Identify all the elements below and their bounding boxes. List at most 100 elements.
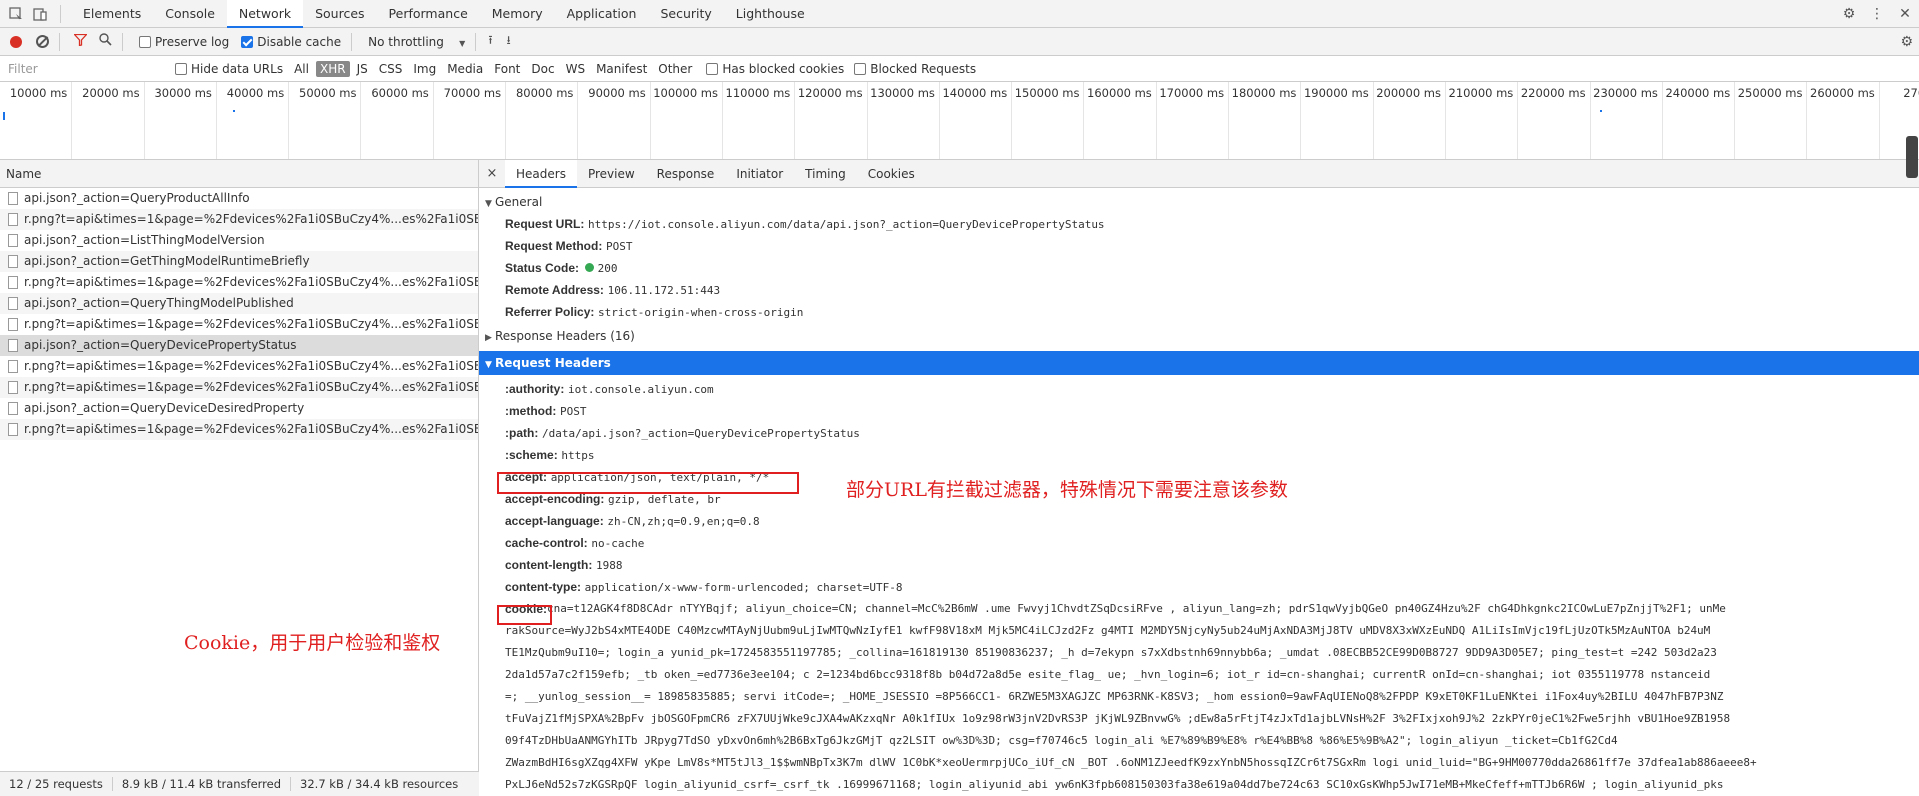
export-har-icon[interactable]: ⭳ [507,31,511,52]
filter-type-font[interactable]: Font [490,61,524,77]
request-row[interactable]: api.json?_action=QueryProductAllInfo [0,188,478,209]
file-icon [8,213,18,226]
settings-gear-icon[interactable]: ⚙ [1835,6,1863,22]
blocked-requests-checkbox[interactable]: Blocked Requests [854,62,976,76]
detail-tab-timing[interactable]: Timing [794,160,857,188]
general-value: 200 [597,262,618,275]
filter-type-xhr[interactable]: XHR [315,60,350,77]
request-name: api.json?_action=QueryDeviceDesiredPrope… [24,401,305,415]
search-icon[interactable] [99,33,112,50]
detail-tab-response[interactable]: Response [646,160,726,188]
hide-data-urls-checkbox[interactable]: Hide data URLs [175,62,283,76]
request-row[interactable]: api.json?_action=QueryDevicePropertyStat… [0,335,478,356]
cookie-highlight-box [497,605,552,625]
detail-tab-cookies[interactable]: Cookies [857,160,926,188]
timeline-tick-label: 40000 ms [226,86,285,100]
request-row[interactable]: r.png?t=api&times=1&page=%2Fdevices%2Fa1… [0,356,478,377]
request-row[interactable]: api.json?_action=ListThingModelVersion [0,230,478,251]
disable-cache-checkbox[interactable]: Disable cache [241,35,341,49]
tab-memory[interactable]: Memory [480,0,555,28]
filter-icon[interactable] [73,33,88,50]
timeline-tick-label: 50000 ms [299,86,357,100]
detail-tab-initiator[interactable]: Initiator [725,160,794,188]
request-row[interactable]: api.json?_action=GetThingModelRuntimeBri… [0,251,478,272]
chevron-down-icon: ▼ [459,38,466,48]
request-row[interactable]: r.png?t=api&times=1&page=%2Fdevices%2Fa1… [0,209,478,230]
cookie-line: =; __yunlog_session__= 18985835885; serv… [505,690,1724,703]
filter-type-js[interactable]: JS [353,61,372,77]
tab-elements[interactable]: Elements [71,0,153,28]
scrollbar-thumb[interactable] [1906,136,1918,178]
tab-lighthouse[interactable]: Lighthouse [724,0,817,28]
request-name: api.json?_action=QueryThingModelPublishe… [24,296,294,310]
has-blocked-cookies-checkbox[interactable]: Has blocked cookies [706,62,844,76]
device-toolbar-icon[interactable] [32,6,48,22]
preserve-log-checkbox[interactable]: Preserve log [139,35,229,49]
expand-triangle-icon: ▶ [485,333,492,343]
request-row[interactable]: r.png?t=api&times=1&page=%2Fdevices%2Fa1… [0,314,478,335]
cookie-value: cookie: cna=t12AGK4f8D8CAdr nTYYBqjf; al… [479,598,1919,796]
request-row[interactable]: api.json?_action=QueryThingModelPublishe… [0,293,478,314]
filter-input[interactable]: Filter [4,59,169,79]
checkbox-box[interactable] [706,62,719,75]
request-row[interactable]: r.png?t=api&times=1&page=%2Fdevices%2Fa1… [0,377,478,398]
general-section-header[interactable]: ▼ General [479,191,1919,213]
import-har-icon[interactable]: ⭱ [488,31,492,52]
request-name: api.json?_action=QueryDevicePropertyStat… [24,338,297,352]
request-row[interactable]: r.png?t=api&times=1&page=%2Fdevices%2Fa1… [0,272,478,293]
request-name: r.png?t=api&times=1&page=%2Fdevices%2Fa1… [24,275,478,289]
request-headers-section-header[interactable]: ▼ Request Headers [479,351,1919,375]
timeline-tick: 230000 ms [1591,82,1663,159]
tab-network[interactable]: Network [226,0,304,28]
network-settings-gear-icon[interactable]: ⚙ [1900,34,1913,50]
filter-type-css[interactable]: CSS [375,61,407,77]
response-headers-section-header[interactable]: ▶ Response Headers (16) [479,325,1919,347]
record-icon[interactable] [10,35,22,48]
timeline-overview[interactable]: 10000 ms 20000 ms 30000 ms 40000 ms 50000 ms… [0,82,1919,160]
tab-sources[interactable]: Sources [303,0,376,28]
request-row[interactable]: r.png?t=api&times=1&page=%2Fdevices%2Fa1… [0,419,478,440]
timeline-tick-label: 80000 ms [515,86,574,100]
tab-application[interactable]: Application [555,0,649,28]
more-options-icon[interactable]: ⋮ [1863,6,1891,22]
filter-type-media[interactable]: Media [443,61,487,77]
divider [122,32,123,51]
filter-type-all[interactable]: All [290,61,313,77]
checkbox-box[interactable] [854,62,867,75]
header-key: :scheme: [505,448,558,462]
timeline-tick-label: 220000 ms [1520,86,1586,100]
close-devtools-icon[interactable]: ✕ [1891,6,1919,22]
checkbox-box[interactable] [139,35,151,48]
tabbar-right-actions: ⚙ ⋮ ✕ [1835,0,1919,28]
close-detail-icon[interactable]: × [479,166,505,181]
tab-console[interactable]: Console [153,0,227,28]
tab-security[interactable]: Security [648,0,723,28]
tab-performance[interactable]: Performance [377,0,480,28]
clear-icon[interactable] [36,35,49,48]
timeline-tick: 140000 ms [940,82,1013,159]
general-row: Referrer Policy: strict-origin-when-cros… [479,301,1919,323]
checkbox-box-checked[interactable] [241,35,254,48]
header-value: https [561,449,595,462]
name-column-header[interactable]: Name [0,160,478,188]
header-value: 1988 [595,559,623,572]
filter-type-ws[interactable]: WS [562,61,589,77]
checkbox-box[interactable] [175,62,187,75]
filter-type-manifest[interactable]: Manifest [592,61,651,77]
header-key: :authority: [505,382,565,396]
detail-tab-preview[interactable]: Preview [577,160,646,188]
request-header-row: content-length: 1988 [479,554,1919,576]
filter-type-other[interactable]: Other [654,61,696,77]
timeline-tick: 80000 ms [506,82,579,159]
timeline-tick: 50000 ms [289,82,362,159]
request-row[interactable]: api.json?_action=QueryDeviceDesiredPrope… [0,398,478,419]
timeline-tick: 190000 ms [1301,82,1374,159]
timeline-tick: 220000 ms [1518,82,1591,159]
filter-type-doc[interactable]: Doc [527,61,558,77]
throttling-select[interactable]: No throttling ▼ [368,35,465,49]
filter-type-img[interactable]: Img [409,61,440,77]
header-value: application/x-www-form-urlencoded; chars… [584,581,903,594]
inspect-element-icon[interactable] [8,6,24,22]
detail-tab-headers[interactable]: Headers [505,160,577,188]
file-icon [8,297,18,310]
